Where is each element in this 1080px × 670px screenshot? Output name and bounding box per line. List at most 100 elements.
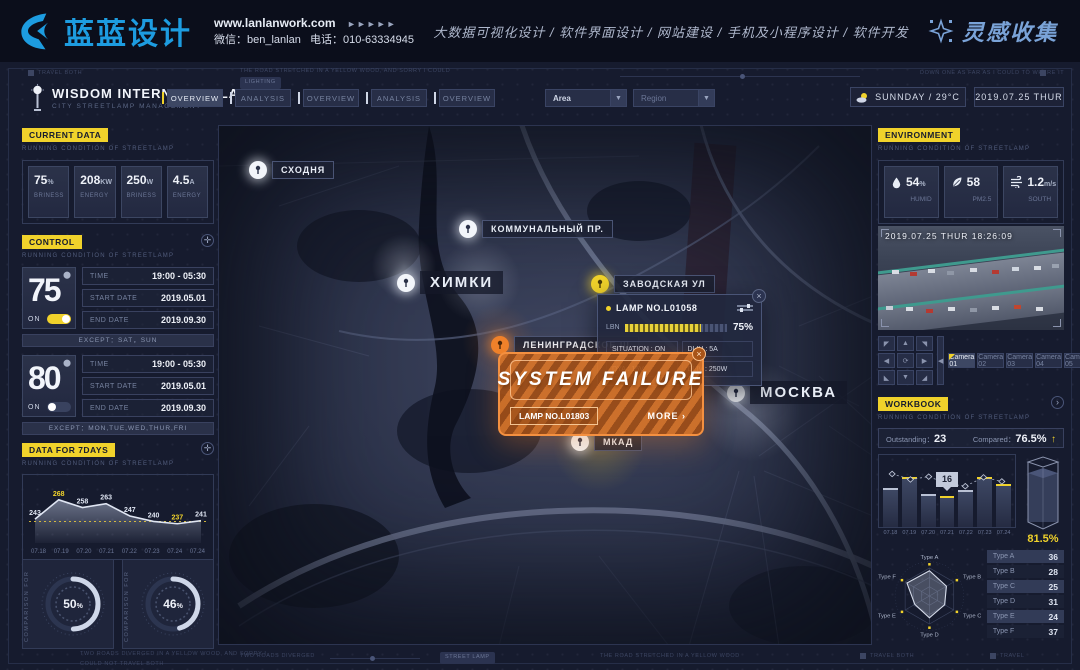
comparison-gauge-2: COMPARISON FOR 46% — [122, 559, 214, 649]
start-date-row[interactable]: START DATE2019.05.01 — [82, 377, 214, 395]
pan-down-left-icon[interactable]: ◣ — [878, 370, 895, 385]
x-tick: 07.18 — [31, 549, 46, 555]
region-select[interactable]: Region▼ — [633, 89, 715, 107]
expand-plus-icon[interactable]: ✛ — [201, 234, 214, 247]
camera-feed[interactable]: 2019.07.25 THUR 18:26:09 — [878, 226, 1064, 330]
panel-radar: Type AType BType CType DType EType F Typ… — [878, 540, 1064, 648]
pan-down-icon[interactable]: ▼ — [897, 370, 914, 385]
tab-overview-3[interactable]: OVERVIEW — [434, 89, 495, 107]
chevron-down-icon[interactable]: ▼ — [610, 90, 626, 106]
decor-note-bottom-mid: TWO ROADS DIVERGED — [240, 652, 315, 662]
chevron-down-icon[interactable]: ▼ — [698, 90, 714, 106]
panel-tag: ENVIRONMENT — [878, 128, 960, 142]
start-date-row[interactable]: START DATE2019.05.01 — [82, 289, 214, 307]
refresh-icon[interactable]: ⟳ — [897, 353, 914, 368]
map-label-skhodnya[interactable]: СХОДНЯ — [249, 161, 334, 179]
brightness-bar[interactable] — [625, 324, 727, 332]
alert-lamp-id: LAMP NO.L01803 — [510, 407, 598, 425]
stat-cards: 75% BRINESS 208KW ENERGY 250W BRINESS 4.… — [22, 160, 214, 224]
workbook-stats: Outstanding：23 Compared：76.5% ↑ — [878, 428, 1064, 448]
tab-analysis-2[interactable]: ANALYSIS — [366, 89, 427, 107]
gauge-label: COMPARISON FOR — [23, 560, 33, 648]
panel-control: CONTROL ✛ RUNNING CONDITION OF STREETLAM… — [22, 232, 214, 435]
map-label-khimki[interactable]: ХИМКИ — [397, 271, 503, 294]
camera-list: Camera 01Camera 02Camera 03Camera 04Came… — [948, 353, 1080, 368]
wind-icon — [1010, 176, 1023, 188]
map-label-zavodskaya[interactable]: ЗАВОДСКАЯ УЛ — [591, 275, 715, 293]
legend-row[interactable]: Type F37 — [987, 625, 1064, 638]
camera-button[interactable]: Camera 05 — [1064, 353, 1080, 368]
area-select[interactable]: Area▼ — [545, 89, 627, 107]
x-tick: 07.20 — [76, 549, 91, 555]
lamp-pin-icon — [397, 274, 415, 292]
close-icon[interactable]: × — [692, 347, 706, 361]
camera-button[interactable]: Camera 04 — [1035, 353, 1062, 368]
date-box: 2019.07.25 THUR — [974, 87, 1064, 107]
panel-comparison: COMPARISON FOR 50% COMPARISON FOR 46% — [22, 559, 214, 649]
state-label: ON — [28, 316, 41, 323]
decor-check-b1: TRAVEL BOTH — [860, 652, 914, 662]
power-toggle[interactable] — [47, 402, 71, 412]
panel-camera: 2019.07.25 THUR 18:26:09 ◤ ▲ ◥ ◀ ⟳ ▶ ◣ ▼… — [878, 226, 1064, 385]
tab-analysis-1[interactable]: ANALYSIS — [230, 89, 291, 107]
expand-arrow-icon[interactable]: › — [1051, 396, 1064, 409]
svg-text:Type F: Type F — [878, 575, 896, 581]
camera-button[interactable]: Camera 01 — [948, 353, 975, 368]
decor-note-top: THE ROAD STRETCHED IN A YELLOW WOOD, AND… — [240, 67, 450, 89]
panel-environment: ENVIRONMENT RUNNING CONDITION OF STREETL… — [878, 125, 1064, 224]
legend-row[interactable]: Type B28 — [987, 565, 1064, 578]
x-tick: 07.24 — [190, 549, 205, 555]
city-map[interactable]: СХОДНЯ КОММУНАЛЬНЫЙ ПР. ХИМКИ ЗАВОДСКАЯ … — [218, 125, 872, 645]
camera-controls: ◤ ▲ ◥ ◀ ⟳ ▶ ◣ ▼ ◢ ◀ Camera 01Camera 02Ca… — [878, 336, 1064, 385]
decor-check-b2: TRAVEL — [990, 652, 1025, 662]
x-tick: 07.19 — [902, 530, 917, 536]
tab-overview-1[interactable]: OVERVIEW — [162, 89, 223, 107]
inspiration-collect[interactable]: 灵感收集 — [928, 15, 1058, 47]
pan-left-icon[interactable]: ◀ — [878, 353, 895, 368]
power-toggle[interactable] — [47, 314, 71, 324]
gauge-value: 46% — [163, 597, 183, 611]
close-icon[interactable]: × — [752, 289, 766, 303]
trend-line — [883, 459, 1011, 527]
legend-row[interactable]: Type A36 — [987, 550, 1064, 563]
panel-subtitle: RUNNING CONDITION OF STREETLAMP — [22, 253, 214, 259]
weather-text: SUNNDAY / 29°C — [875, 92, 960, 102]
camera-button[interactable]: Camera 02 — [977, 353, 1004, 368]
panel-tag: DATA FOR 7DAYS — [22, 443, 115, 457]
compared-value: 76.5% — [1015, 433, 1046, 445]
camera-prev-icon[interactable]: ◀ — [937, 336, 944, 385]
legend-row[interactable]: Type E24 — [987, 610, 1064, 623]
workbook-bar-chart: 16 — [878, 454, 1016, 528]
time-row[interactable]: TIME19:00 - 05:30 — [82, 267, 214, 285]
map-label-kommunalny[interactable]: КОММУНАЛЬНЫЙ ПР. — [459, 220, 613, 238]
sliders-icon[interactable] — [737, 303, 753, 313]
seven-days-chart: 243268258263247240237241 07.1807.1907.20… — [22, 474, 214, 560]
leaf-icon — [951, 176, 963, 188]
pan-up-right-icon[interactable]: ◥ — [916, 336, 933, 351]
end-date-row[interactable]: END DATE2019.09.30 — [82, 399, 214, 417]
pan-down-right-icon[interactable]: ◢ — [916, 370, 933, 385]
svg-text:241: 241 — [195, 512, 207, 519]
time-row[interactable]: TIME19:00 - 05:30 — [82, 355, 214, 373]
collect-text: 灵感收集 — [962, 15, 1058, 47]
radar-legend: Type A36 Type B28 Type C25 Type D31 Type E24… — [987, 544, 1064, 648]
website-link[interactable]: www.lanlanwork.com — [214, 16, 336, 30]
logo: 蓝蓝设计 — [18, 9, 192, 53]
env-humidity: 54% HUMID — [884, 166, 939, 218]
legend-row[interactable]: Type D31 — [987, 595, 1064, 608]
contact-info: www.lanlanwork.com ►►►►► 微信：ben_lanlan 电… — [214, 14, 414, 49]
panel-subtitle: RUNNING CONDITION OF STREETLAMP — [878, 415, 1064, 421]
comparison-gauge-1: COMPARISON FOR 50% — [22, 559, 114, 649]
pan-up-icon[interactable]: ▲ — [897, 336, 914, 351]
camera-button[interactable]: Camera 03 — [1006, 353, 1033, 368]
more-button[interactable]: MORE › — [642, 408, 693, 424]
x-tick: 07.21 — [99, 549, 114, 555]
expand-plus-icon[interactable]: ✛ — [201, 442, 214, 455]
stat-briness: 75% BRINESS — [28, 166, 69, 218]
pan-right-icon[interactable]: ▶ — [916, 353, 933, 368]
pan-up-left-icon[interactable]: ◤ — [878, 336, 895, 351]
tab-overview-2[interactable]: OVERVIEW — [298, 89, 359, 107]
legend-row[interactable]: Type C25 — [987, 580, 1064, 593]
end-date-row[interactable]: END DATE2019.09.30 — [82, 311, 214, 329]
sparkle-star-icon — [928, 18, 954, 44]
